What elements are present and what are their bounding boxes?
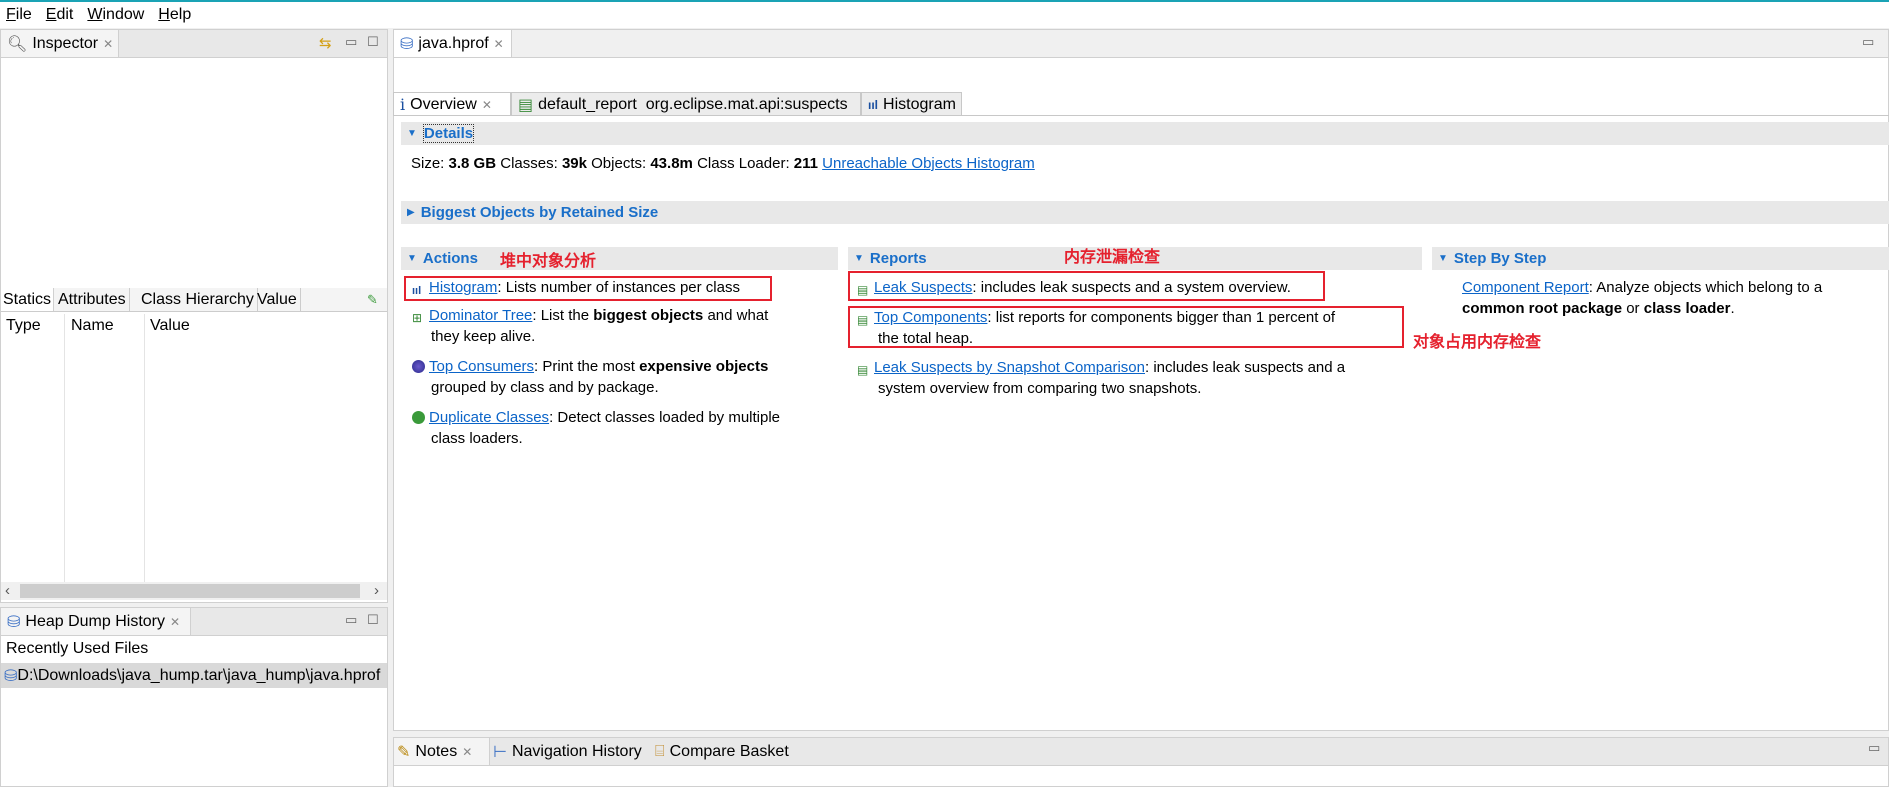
maximize-icon[interactable]: ☐ [367, 612, 379, 628]
close-icon[interactable]: ✕ [494, 37, 504, 51]
component-report-link[interactable]: Component Report [1462, 279, 1589, 296]
recently-used-label: Recently Used Files [6, 640, 149, 657]
snapshot-comparison-link[interactable]: Leak Suspects by Snapshot Comparison [874, 359, 1145, 376]
menu-window[interactable]: Window [87, 6, 144, 24]
histogram-icon: ııl [868, 97, 879, 112]
menu-bar: File Edit Window Help [0, 2, 1889, 28]
expand-icon: ▼ [407, 128, 417, 139]
biggest-objects-section-header[interactable]: ▶ Biggest Objects by Retained Size [401, 201, 1889, 224]
inspector-icon: 🔍︎ [7, 35, 28, 53]
details-section-header[interactable]: ▼ Details [401, 122, 1889, 145]
annotation-leak-check: 内存泄漏检查 [1064, 249, 1161, 266]
maximize-icon[interactable]: ☐ [367, 34, 379, 50]
report-snapshot-comparison: ▤ Leak Suspects by Snapshot Comparison: i… [857, 359, 1346, 397]
close-icon[interactable]: ✕ [103, 37, 113, 51]
details-summary: Size: 3.8 GB Classes: 39k Objects: 43.8m… [411, 155, 1035, 172]
pin-icon[interactable]: ✎ [367, 292, 378, 308]
report-icon: ▤ [857, 363, 869, 377]
duplicate-classes-link[interactable]: Duplicate Classes [429, 409, 549, 426]
action-dominator-tree: ⊞ Dominator Tree: List the biggest object… [412, 307, 769, 345]
inspector-panel: 🔍︎ Inspector ✕ ⇆ ▭ ☐ Statics Attributes … [0, 29, 388, 603]
tab-notes[interactable]: ✎ Notes ✕ [394, 738, 490, 765]
annotation-component-check: 对象占用内存检查 [1413, 334, 1542, 351]
minimize-icon[interactable]: ▭ [345, 34, 357, 50]
action-duplicate-classes: Duplicate Classes: Detect classes loaded… [412, 408, 780, 449]
menu-edit[interactable]: Edit [46, 6, 74, 24]
top-consumers-link[interactable]: Top Consumers [429, 358, 534, 375]
bottom-panel: ✎ Notes ✕ ⊢ Navigation History ⌸ Compare Bas… [393, 737, 1889, 787]
compare-basket-icon: ⌸ [655, 742, 665, 760]
step-by-step-section-header[interactable]: ▼ Step By Step [1432, 247, 1889, 270]
unreachable-objects-link[interactable]: Unreachable Objects Histogram [822, 155, 1035, 172]
dominator-tree-icon: ⊞ [412, 311, 423, 325]
duplicate-classes-icon [412, 411, 425, 424]
sync-icon[interactable]: ⇆ [319, 34, 332, 52]
tab-overview[interactable]: i Overview ✕ [393, 92, 511, 116]
tab-class-hierarchy[interactable]: Class Hierarchy [138, 288, 258, 311]
close-icon[interactable]: ✕ [482, 98, 492, 112]
expand-icon: ▼ [407, 253, 417, 264]
highlight-leak-suspects [848, 271, 1325, 301]
info-icon: i [400, 95, 406, 114]
tab-java-hprof[interactable]: ⛁ java.hprof ✕ [394, 30, 512, 57]
scroll-thumb[interactable] [20, 584, 360, 598]
database-icon: ⛁ [4, 667, 18, 685]
step-component-report: Component Report: Analyze objects which … [1462, 279, 1823, 317]
heap-dump-history-panel: ⛁ Heap Dump History ✕ ▭ ☐ Recently Used … [0, 607, 388, 787]
column-type[interactable]: Type [6, 317, 41, 335]
tab-attributes[interactable]: Attributes [55, 288, 130, 311]
history-icon: ⛁ [7, 613, 21, 631]
tab-default-report[interactable]: ▤ default_report org.eclipse.mat.api:susp… [511, 92, 861, 116]
action-top-consumers: Top Consumers: Print the most expensive … [412, 357, 768, 398]
close-icon[interactable]: ✕ [462, 745, 472, 759]
highlight-histogram [404, 276, 772, 301]
report-icon: ▤ [518, 96, 534, 114]
tab-heap-dump-history[interactable]: ⛁ Heap Dump History ✕ [1, 608, 191, 635]
navigation-history-icon: ⊢ [493, 743, 507, 761]
tab-inspector[interactable]: 🔍︎ Inspector ✕ [1, 30, 119, 57]
menu-help[interactable]: Help [158, 6, 191, 24]
minimize-icon[interactable]: ▭ [345, 612, 357, 628]
minimize-icon[interactable]: ▭ [1868, 740, 1880, 756]
top-consumers-icon [412, 360, 425, 373]
column-name[interactable]: Name [71, 317, 114, 335]
scroll-left-icon: ‹ [5, 582, 10, 599]
minimize-icon[interactable]: ▭ [1862, 34, 1874, 50]
annotation-heap-analysis: 堆中对象分析 [500, 253, 597, 270]
database-icon: ⛁ [400, 35, 414, 53]
inspector-title: Inspector [32, 34, 99, 52]
notes-icon: ✎ [397, 743, 411, 761]
collapse-icon: ▶ [407, 207, 415, 218]
column-value[interactable]: Value [150, 317, 190, 335]
expand-icon: ▼ [1438, 253, 1448, 264]
tab-histogram[interactable]: ııl Histogram [861, 92, 962, 116]
expand-icon: ▼ [854, 253, 864, 264]
highlight-top-components [848, 306, 1404, 348]
horizontal-scrollbar[interactable]: ‹ › [1, 582, 387, 600]
recent-file-item[interactable]: ⛁ D:\Downloads\java_hump.tar\java_hump\ja… [1, 663, 387, 688]
actions-section-header[interactable]: ▼ Actions [401, 247, 838, 270]
menu-file[interactable]: File [6, 6, 32, 24]
statics-table: Type Name Value [1, 314, 387, 582]
inspector-tabs: Statics Attributes Class Hierarchy Value… [1, 288, 387, 312]
tab-navigation-history[interactable]: ⊢ Navigation History [490, 738, 645, 765]
tab-compare-basket[interactable]: ⌸ Compare Basket [652, 738, 792, 765]
dominator-tree-link[interactable]: Dominator Tree [429, 307, 532, 324]
close-icon[interactable]: ✕ [170, 615, 180, 629]
scroll-right-icon: › [374, 582, 379, 599]
tab-statics[interactable]: Statics [1, 288, 55, 311]
tab-value[interactable]: Value [254, 288, 301, 311]
